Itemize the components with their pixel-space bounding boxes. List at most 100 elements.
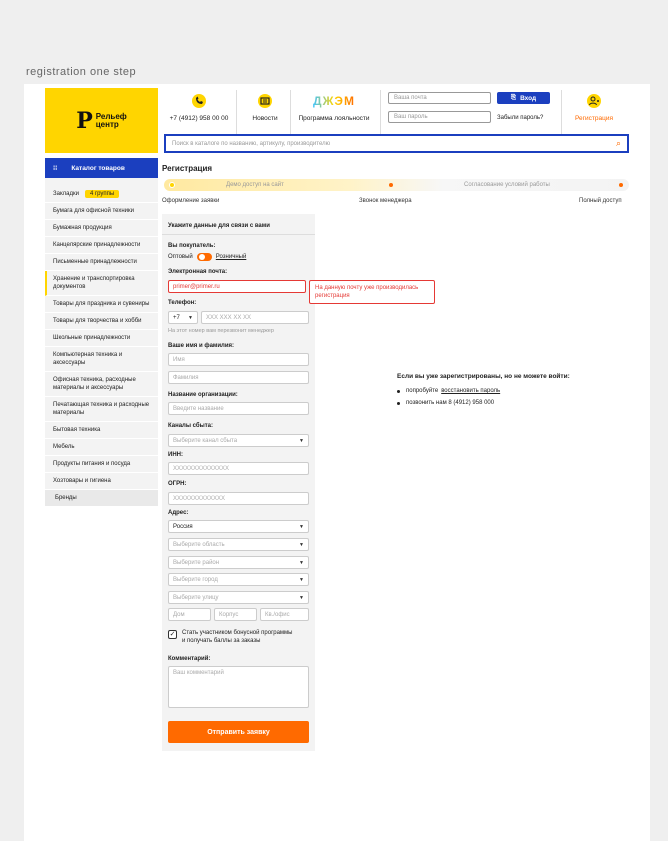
logo[interactable]: P Рельеф центр: [45, 88, 158, 153]
sidebar-item-brands[interactable]: Бренды: [45, 490, 158, 507]
sidebar-item[interactable]: Товары для творчества и хобби: [45, 313, 158, 330]
street-select[interactable]: Выберите улицу ▼: [168, 591, 309, 604]
ogrn-field[interactable]: XXXXXXXXXXXXX: [168, 492, 309, 505]
toggle-switch[interactable]: [196, 253, 212, 261]
phone-hint: На этот номер вам перезвонит менеджер: [168, 328, 274, 334]
sidebar-item[interactable]: Бытовая техника: [45, 422, 158, 439]
email-error-tooltip: На данную почту уже производилась регист…: [309, 280, 435, 304]
news-label: Новости: [252, 115, 278, 122]
sidebar-item-active[interactable]: Хранение и транспортировка документов: [45, 271, 158, 296]
registration-form: Укажите данные для связи с вами Вы покуп…: [162, 214, 315, 751]
news-icon: [257, 92, 273, 110]
progress-left-label: Демо доступ на сайт: [226, 182, 284, 188]
bonus-line2: и получать баллы за заказы: [182, 638, 261, 644]
loyalty-brand: ДЖЭМ: [313, 94, 355, 108]
step-2: Звонок менеджера: [359, 198, 412, 204]
progress-right-label: Согласование условий работы: [464, 182, 550, 188]
phone-block[interactable]: +7 (4912) 958 00 00: [168, 92, 230, 122]
sidebar-item-bookmarks[interactable]: Закладки 4 группы: [45, 186, 158, 203]
page-caption: registration one step: [26, 66, 137, 78]
email-login-input[interactable]: Ваша почта: [388, 92, 491, 104]
sidebar-item[interactable]: Хозтовары и гигиена: [45, 473, 158, 490]
sidebar-item[interactable]: Канцелярские принадлежности: [45, 237, 158, 254]
phone-code-select[interactable]: +7 ▼: [168, 311, 198, 324]
catalog-search[interactable]: Поиск в каталоге по названию, артикулу, …: [164, 134, 629, 153]
apartment-field[interactable]: Кв./офис: [260, 608, 309, 621]
inn-label: ИНН:: [168, 452, 183, 458]
sidebar-item[interactable]: Школьные принадлежности: [45, 330, 158, 347]
ogrn-label: ОГРН:: [168, 481, 187, 487]
submit-button[interactable]: Отправить заявку: [168, 721, 309, 743]
step-1: Оформление заявки: [162, 198, 220, 204]
org-field[interactable]: Введите название: [168, 402, 309, 415]
bookmarks-label: Закладки: [53, 191, 79, 197]
sidebar-item[interactable]: Продукты питания и посуда: [45, 456, 158, 473]
building-field[interactable]: Корпус: [214, 608, 257, 621]
sidebar-item[interactable]: Мебель: [45, 439, 158, 456]
sidebar-item[interactable]: Товары для праздника и сувениры: [45, 296, 158, 313]
page-canvas: P Рельеф центр +7 (4912) 958 00 00 Новос…: [24, 84, 650, 841]
catalog-button[interactable]: ⁞⁞ Каталог товаров: [45, 158, 158, 178]
page-title: Регистрация: [162, 164, 213, 173]
sidebar-item[interactable]: Компьютерная техника и аксессуары: [45, 347, 158, 372]
help-item-restore: попробуйте восстановить пароль: [397, 388, 570, 394]
email-field[interactable]: primer@primer.ru: [168, 280, 306, 293]
buyer-wholesale[interactable]: Оптовый: [168, 254, 193, 260]
restore-password-link[interactable]: восстановить пароль: [441, 388, 500, 394]
last-name-field[interactable]: Фамилия: [168, 371, 309, 384]
org-label: Название организации:: [168, 392, 238, 398]
comment-label: Комментарий:: [168, 656, 211, 662]
channels-label: Каналы сбыта:: [168, 423, 213, 429]
bonus-label: Стать участником бонусной программы и по…: [182, 629, 293, 645]
search-icon[interactable]: ⌕: [616, 138, 621, 149]
house-field[interactable]: Дом: [168, 608, 211, 621]
street-value: Выберите улицу: [173, 594, 219, 601]
phone-icon: [191, 92, 207, 110]
buyer-type-toggle[interactable]: Оптовый Розничный: [168, 253, 246, 261]
phone-label: Телефон:: [168, 300, 197, 306]
sidebar: ⁞⁞ Каталог товаров Закладки 4 группы Бума…: [45, 158, 158, 507]
help-item-prefix: попробуйте: [406, 388, 439, 394]
form-heading: Укажите данные для связи с вами: [168, 223, 270, 229]
sidebar-item[interactable]: Бумага для офисной техники: [45, 203, 158, 220]
city-value: Выберите город: [173, 576, 218, 583]
buyer-retail[interactable]: Розничный: [216, 254, 247, 260]
register-link[interactable]: Регистрация: [569, 92, 619, 122]
bonus-checkbox[interactable]: ✓: [168, 630, 177, 639]
district-select[interactable]: Выберите район ▼: [168, 556, 309, 569]
bonus-line1: Стать участником бонусной программы: [182, 630, 293, 636]
sidebar-item[interactable]: Офисная техника, расходные материалы и а…: [45, 372, 158, 397]
help-item-call: позвонить нам 8 (4912) 958 000: [397, 400, 570, 406]
loyalty-link[interactable]: ДЖЭМ Программа лояльности: [294, 92, 374, 122]
country-select[interactable]: Россия ▼: [168, 520, 309, 533]
loyalty-label: Программа лояльности: [298, 115, 370, 122]
chevron-down-icon: ▼: [299, 576, 304, 583]
login-help: Если вы уже зарегистрированы, но не може…: [397, 373, 570, 412]
step-3: Полный доступ: [579, 198, 622, 204]
sidebar-item[interactable]: Письменные принадлежности: [45, 254, 158, 271]
register-label: Регистрация: [575, 115, 613, 122]
sidebar-item[interactable]: Бумажная продукция: [45, 220, 158, 237]
news-link[interactable]: Новости: [246, 92, 284, 122]
chevron-down-icon: ▼: [299, 523, 304, 530]
comment-textarea[interactable]: Ваш комментарий: [168, 666, 309, 708]
phone-field[interactable]: XXX XXX XX XX: [201, 311, 309, 324]
password-login-input[interactable]: Ваш пароль: [388, 111, 491, 123]
region-value: Выберите область: [173, 541, 225, 548]
channels-value: Выберите канал сбыта: [173, 437, 238, 444]
inn-field[interactable]: XXXXXXXXXXXXXX: [168, 462, 309, 475]
city-select[interactable]: Выберите город ▼: [168, 573, 309, 586]
chevron-down-icon: ▼: [188, 314, 193, 321]
region-select[interactable]: Выберите область ▼: [168, 538, 309, 551]
first-name-field[interactable]: Имя: [168, 353, 309, 366]
user-add-icon: [586, 92, 602, 110]
login-button[interactable]: ⎘ Вход: [497, 92, 550, 104]
logo-line2: центр: [95, 119, 119, 129]
sidebar-item[interactable]: Печатающая техника и расходные материалы: [45, 397, 158, 422]
forgot-password-link[interactable]: Забыли пароль?: [497, 115, 543, 121]
search-input[interactable]: Поиск в каталоге по названию, артикулу, …: [172, 141, 330, 147]
bookmarks-badge: 4 группы: [84, 190, 120, 198]
channels-select[interactable]: Выберите канал сбыта ▼: [168, 434, 309, 447]
chevron-down-icon: ▼: [299, 437, 304, 444]
buyer-label: Вы покупатель:: [168, 243, 216, 249]
